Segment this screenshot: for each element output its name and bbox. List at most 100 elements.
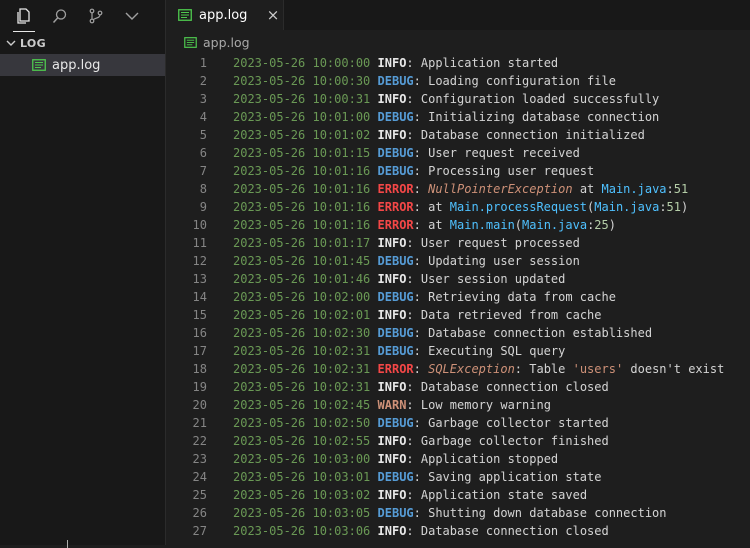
log-text: : Database connection established — [413, 326, 653, 340]
log-line: 7 2023-05-26 10:01:16 DEBUG: Processing u… — [166, 162, 750, 180]
log-text: ) — [608, 218, 616, 232]
log-text: : Updating user session — [413, 254, 580, 268]
line-content: 2023-05-26 10:01:02 INFO: Database conne… — [207, 126, 645, 144]
log-line: 5 2023-05-26 10:01:02 INFO: Database conn… — [166, 126, 750, 144]
log-text: : at — [413, 218, 450, 232]
log-level: DEBUG — [377, 74, 414, 88]
line-number: 2 — [199, 74, 207, 88]
log-text: : Processing user request — [413, 164, 595, 178]
log-text: : Low memory warning — [406, 398, 551, 412]
timestamp: 2023-05-26 10:03:00 — [233, 452, 371, 466]
line-content: 2023-05-26 10:02:01 INFO: Data retrieved… — [207, 306, 602, 324]
log-line: 12 2023-05-26 10:01:45 DEBUG: Updating us… — [166, 252, 750, 270]
search-button[interactable] — [46, 2, 74, 30]
source-control-button[interactable] — [82, 2, 110, 30]
tab-app-log[interactable]: app.log × — [166, 0, 284, 30]
log-level: ERROR — [377, 362, 414, 376]
line-content: 2023-05-26 10:02:55 INFO: Garbage collec… — [207, 432, 609, 450]
log-level: ERROR — [377, 200, 414, 214]
log-line: 23 2023-05-26 10:03:00 INFO: Application … — [166, 450, 750, 468]
log-text: Main.java — [522, 218, 588, 232]
log-text: : Application stopped — [406, 452, 559, 466]
log-line: 14 2023-05-26 10:02:00 DEBUG: Retrieving … — [166, 288, 750, 306]
explorer-sidebar: LOG app.log — [0, 0, 166, 545]
line-number: 17 — [192, 344, 207, 358]
editor-area: app.log × app.log 1 2023-05-26 10:00:00 I… — [166, 0, 750, 545]
line-content: 2023-05-26 10:02:00 DEBUG: Retrieving da… — [207, 288, 616, 306]
log-level: INFO — [377, 236, 407, 250]
line-number: 4 — [199, 110, 207, 124]
log-level: INFO — [377, 92, 407, 106]
log-level: DEBUG — [377, 416, 414, 430]
log-level: DEBUG — [377, 110, 414, 124]
log-level: DEBUG — [377, 326, 414, 340]
log-text: : Shutting down database connection — [413, 506, 667, 520]
file-item-app-log[interactable]: app.log — [0, 54, 165, 76]
line-content: 2023-05-26 10:02:30 DEBUG: Database conn… — [207, 324, 652, 342]
more-views-button[interactable] — [118, 2, 146, 30]
log-text: SQLException — [428, 362, 515, 376]
line-number: 26 — [192, 506, 207, 520]
source-control-icon — [89, 8, 103, 24]
file-label: app.log — [52, 57, 101, 73]
activity-bar — [0, 0, 165, 32]
line-content: 2023-05-26 10:00:00 INFO: Application st… — [207, 54, 558, 72]
section-label: LOG — [20, 36, 46, 50]
explorer-button[interactable] — [10, 2, 38, 32]
log-line: 10 2023-05-26 10:01:16 ERROR: at Main.mai… — [166, 216, 750, 234]
line-number: 24 — [192, 470, 207, 484]
line-number: 21 — [192, 416, 207, 430]
line-number: 9 — [199, 200, 207, 214]
line-content: 2023-05-26 10:03:00 INFO: Application st… — [207, 450, 558, 468]
line-number: 8 — [199, 182, 207, 196]
log-level: DEBUG — [377, 164, 414, 178]
log-file-icon — [32, 59, 46, 71]
log-text: Main.java — [594, 200, 660, 214]
line-number: 19 — [192, 380, 207, 394]
timestamp: 2023-05-26 10:03:05 — [233, 506, 371, 520]
line-content: 2023-05-26 10:01:16 ERROR: at Main.proce… — [207, 198, 688, 216]
line-number: 16 — [192, 326, 207, 340]
timestamp: 2023-05-26 10:00:00 — [233, 56, 371, 70]
log-text: : User request received — [413, 146, 580, 160]
log-level: DEBUG — [377, 254, 414, 268]
log-text: : at — [413, 200, 450, 214]
log-line: 15 2023-05-26 10:02:01 INFO: Data retriev… — [166, 306, 750, 324]
line-number: 5 — [199, 128, 207, 142]
timestamp: 2023-05-26 10:02:01 — [233, 308, 371, 322]
log-line: 4 2023-05-26 10:01:00 DEBUG: Initializing… — [166, 108, 750, 126]
log-level: INFO — [377, 434, 407, 448]
line-content: 2023-05-26 10:01:16 ERROR: NullPointerEx… — [207, 180, 688, 198]
timestamp: 2023-05-26 10:01:45 — [233, 254, 371, 268]
line-content: 2023-05-26 10:02:45 WARN: Low memory war… — [207, 396, 551, 414]
log-level: INFO — [377, 524, 407, 538]
line-number: 11 — [192, 236, 207, 250]
log-level: ERROR — [377, 182, 414, 196]
log-line: 25 2023-05-26 10:03:02 INFO: Application … — [166, 486, 750, 504]
log-line: 22 2023-05-26 10:02:55 INFO: Garbage coll… — [166, 432, 750, 450]
breadcrumb[interactable]: app.log — [166, 30, 750, 54]
close-icon[interactable]: × — [263, 6, 283, 24]
timestamp: 2023-05-26 10:01:17 — [233, 236, 371, 250]
section-header-log[interactable]: LOG — [0, 32, 165, 54]
log-level: INFO — [377, 272, 407, 286]
log-text: : Database connection closed — [406, 380, 609, 394]
log-level: DEBUG — [377, 344, 414, 358]
log-text: 51 — [673, 182, 689, 196]
timestamp: 2023-05-26 10:02:55 — [233, 434, 371, 448]
timestamp: 2023-05-26 10:01:16 — [233, 164, 371, 178]
log-level: INFO — [377, 488, 407, 502]
code-view[interactable]: 1 2023-05-26 10:00:00 INFO: Application s… — [166, 54, 750, 545]
log-text: : Database connection initialized — [406, 128, 645, 142]
log-text: at — [572, 182, 602, 196]
log-level: INFO — [377, 128, 407, 142]
text-cursor — [67, 540, 68, 548]
log-level: DEBUG — [377, 506, 414, 520]
log-level: ERROR — [377, 218, 414, 232]
line-number: 6 — [199, 146, 207, 160]
timestamp: 2023-05-26 10:01:02 — [233, 128, 371, 142]
log-text: 51 — [666, 200, 681, 214]
log-level: DEBUG — [377, 470, 414, 484]
timestamp: 2023-05-26 10:02:00 — [233, 290, 371, 304]
line-content: 2023-05-26 10:01:00 DEBUG: Initializing … — [207, 108, 659, 126]
